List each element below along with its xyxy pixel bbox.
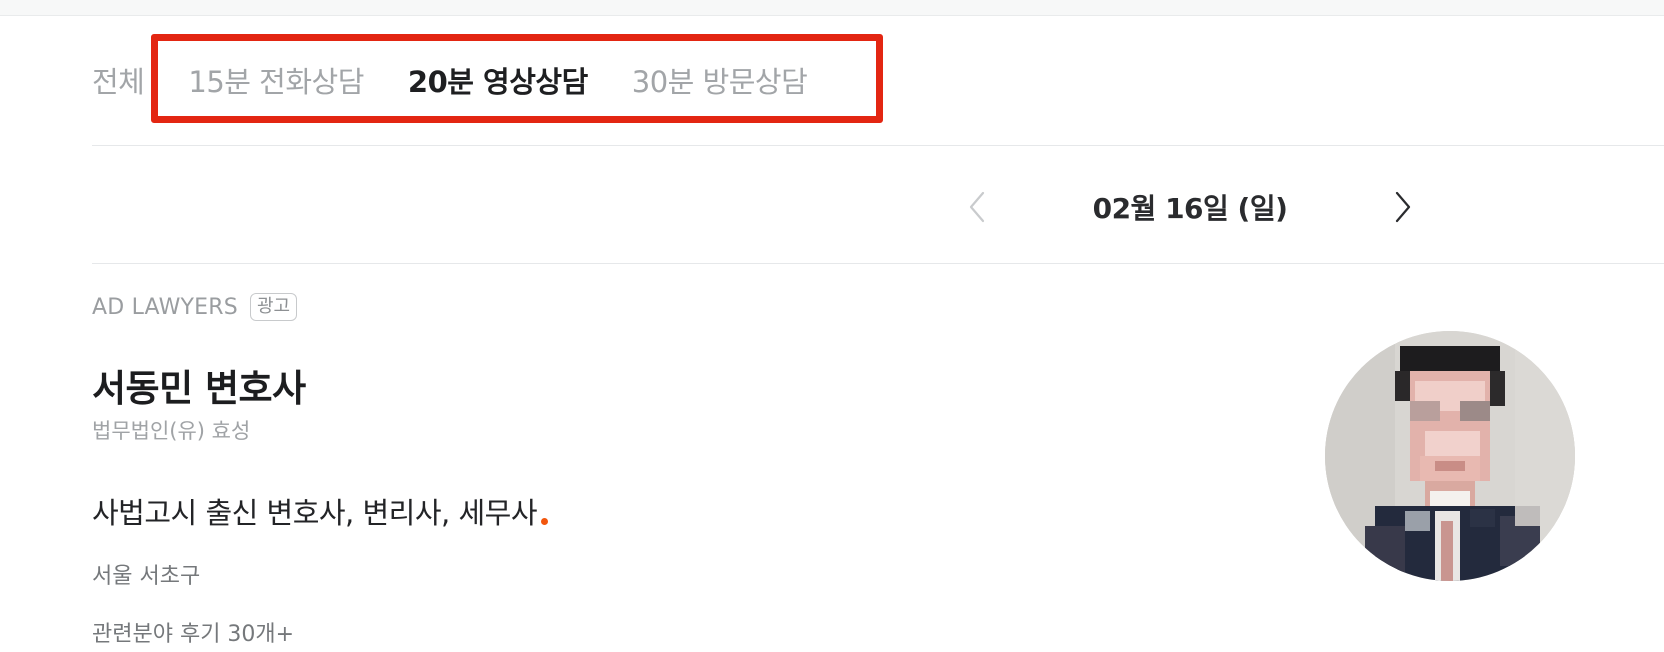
ad-badge: 광고 bbox=[249, 293, 298, 321]
lawyer-name[interactable]: 서동민 변호사 bbox=[92, 358, 306, 412]
divider bbox=[92, 263, 1664, 264]
ad-row: AD LAWYERS 광고 bbox=[92, 293, 298, 321]
ad-label: AD LAWYERS bbox=[92, 294, 238, 320]
tab-visit-30min[interactable]: 30분 방문상담 bbox=[632, 59, 808, 101]
divider bbox=[92, 145, 1664, 146]
chevron-right-icon bbox=[1395, 191, 1411, 223]
lawyer-headline: 사법고시 출신 변호사, 변리사, 세무사 bbox=[92, 490, 549, 532]
prev-date-button[interactable] bbox=[960, 190, 994, 224]
headline-text: 사법고시 출신 변호사, 변리사, 세무사 bbox=[92, 496, 538, 530]
lawyer-card[interactable]: AD LAWYERS 광고 서동민 변호사 법무법인(유) 효성 사법고시 출신… bbox=[92, 285, 1592, 652]
top-strip bbox=[0, 0, 1664, 16]
tab-all[interactable]: 전체 bbox=[92, 59, 145, 101]
tab-video-20min[interactable]: 20분 영상상담 bbox=[408, 59, 588, 101]
chevron-left-icon bbox=[969, 191, 985, 223]
next-date-button[interactable] bbox=[1386, 190, 1420, 224]
accent-dot bbox=[541, 518, 549, 525]
date-navigator: 02월 16일 (일) bbox=[960, 180, 1420, 234]
lawyer-location: 서울 서초구 bbox=[92, 564, 201, 589]
consult-type-tabs: 전체 15분 전화상담 20분 영상상담 30분 방문상담 bbox=[92, 50, 808, 110]
avatar[interactable] bbox=[1325, 331, 1575, 581]
lawyer-list-page: 전체 15분 전화상담 20분 영상상담 30분 방문상담 02월 16일 (일… bbox=[0, 0, 1664, 652]
law-firm: 법무법인(유) 효성 bbox=[92, 419, 251, 443]
review-count: 관련분야 후기 30개+ bbox=[92, 622, 295, 647]
tab-phone-15min[interactable]: 15분 전화상담 bbox=[188, 59, 364, 101]
avatar-image bbox=[1325, 331, 1575, 581]
current-date: 02월 16일 (일) bbox=[1092, 192, 1288, 225]
